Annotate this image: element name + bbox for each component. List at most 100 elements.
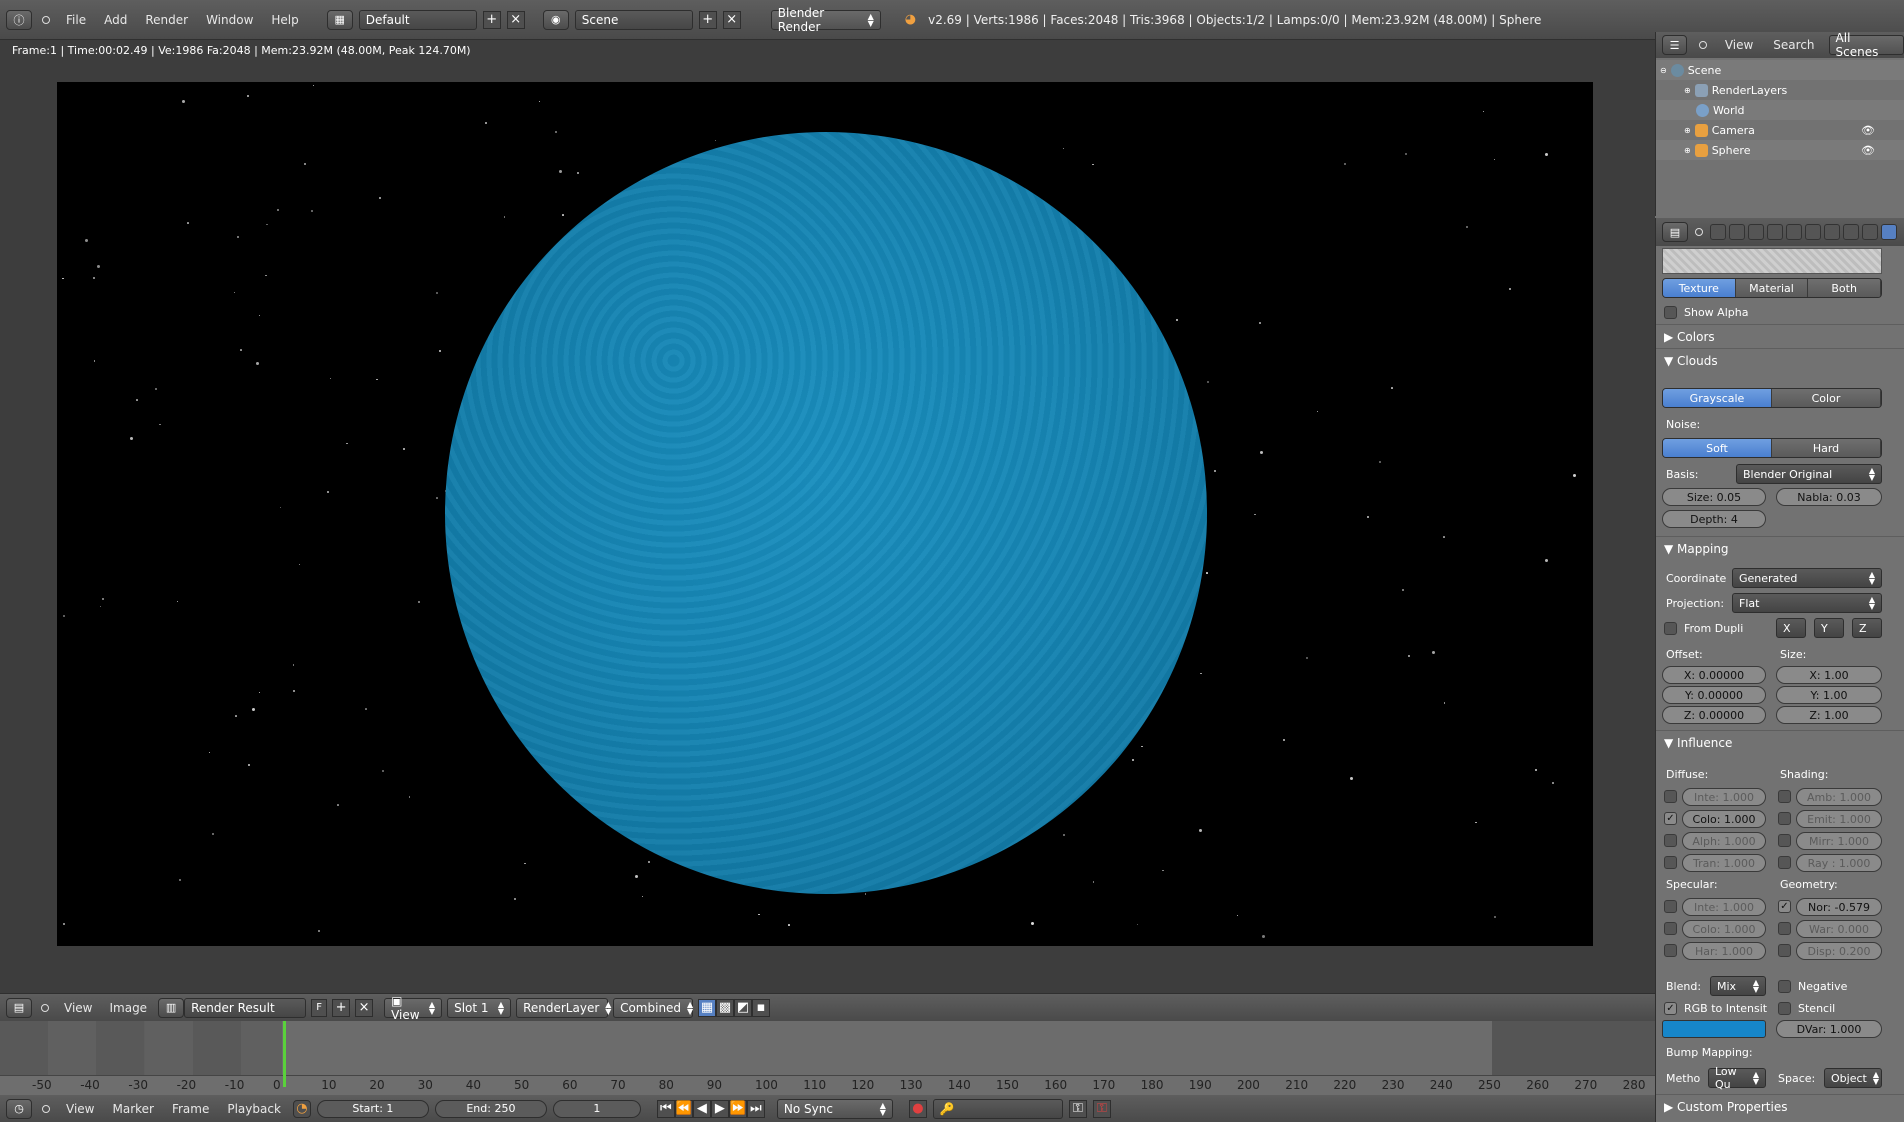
add-scene-icon[interactable]: + [698, 10, 717, 29]
rgb-to-intensity-checkbox[interactable]: ✓ [1664, 1002, 1677, 1015]
geometry-normal-checkbox[interactable]: ✓ [1778, 900, 1791, 913]
outliner-row-scene[interactable]: ⊖ Scene [1656, 60, 1904, 80]
coordinate-select[interactable]: Generated ▲ ▼ [1732, 568, 1882, 588]
menu-view[interactable]: View [1719, 38, 1759, 52]
shading-ray-checkbox[interactable] [1778, 856, 1791, 869]
geometry-warp-checkbox[interactable] [1778, 922, 1791, 935]
preview-material-tab[interactable]: Material [1735, 279, 1809, 297]
unlink-image-icon[interactable]: × [355, 998, 374, 1017]
specular-intensity-checkbox[interactable] [1664, 900, 1677, 913]
expand-icon[interactable]: ⊕ [1684, 126, 1691, 135]
remove-scene-icon[interactable]: × [722, 10, 741, 29]
map-y-select[interactable]: Y [1814, 618, 1844, 638]
add-screen-icon[interactable]: + [482, 10, 501, 29]
diffuse-intensity-field[interactable]: Inte: 1.000 [1682, 788, 1766, 806]
collapse-menu-icon[interactable] [1699, 41, 1707, 49]
colors-panel-header[interactable]: ▶ Colors [1664, 330, 1715, 344]
shading-emit-checkbox[interactable] [1778, 812, 1791, 825]
map-x-select[interactable]: X [1776, 618, 1806, 638]
start-frame-field[interactable]: Start: 1 [316, 1099, 429, 1118]
world-tab-icon[interactable] [1767, 224, 1783, 240]
expand-icon[interactable]: ⊕ [1684, 146, 1691, 155]
fake-user-button[interactable]: F [311, 998, 328, 1017]
visibility-eye-icon[interactable]: 👁 [1861, 124, 1875, 137]
material-tab-icon[interactable] [1862, 224, 1878, 240]
collapse-menu-icon[interactable] [41, 1003, 49, 1012]
render-result-image[interactable] [57, 82, 1593, 946]
jump-end-icon[interactable]: ⏭ [746, 1099, 765, 1118]
menu-frame[interactable]: Frame [166, 1102, 215, 1116]
draw-alpha-icon[interactable]: ▩ [716, 998, 735, 1017]
menu-file[interactable]: File [60, 13, 92, 27]
outliner-row-renderlayers[interactable]: ⊕ RenderLayers [1656, 80, 1904, 100]
preview-range-icon[interactable]: ◔ [292, 1099, 311, 1118]
diffuse-color-checkbox[interactable]: ✓ [1664, 812, 1677, 825]
play-icon[interactable]: ▶ [710, 1099, 729, 1118]
image-name-field[interactable]: Render Result [184, 997, 307, 1018]
data-tab-icon[interactable] [1843, 224, 1859, 240]
collapse-menu-icon[interactable] [42, 15, 50, 24]
timeline-scrubber[interactable] [0, 1075, 1655, 1095]
hard-option[interactable]: Hard [1772, 439, 1881, 457]
editor-type-outliner-icon[interactable]: ☰ [1662, 35, 1688, 55]
influence-color-swatch[interactable] [1662, 1020, 1766, 1038]
menu-render[interactable]: Render [139, 13, 194, 27]
offset-x-field[interactable]: X: 0.00000 [1662, 666, 1766, 684]
shading-ambient-field[interactable]: Amb: 1.000 [1796, 788, 1882, 806]
bump-method-select[interactable]: Low Qu ▲ ▼ [1708, 1065, 1766, 1091]
outliner-row-world[interactable]: World [1656, 100, 1904, 120]
editor-type-image-icon[interactable]: ▤ [6, 997, 32, 1018]
visibility-eye-icon[interactable]: 👁 [1861, 144, 1875, 157]
screen-layout-icon[interactable]: ▦ [326, 9, 353, 30]
insert-keyframe-icon[interactable]: ⚿ [1068, 1099, 1087, 1118]
bump-space-select[interactable]: Object ▲ ▼ [1824, 1068, 1882, 1088]
blend-select[interactable]: Mix ▲ ▼ [1710, 976, 1766, 996]
size-z-field[interactable]: Z: 1.00 [1776, 706, 1882, 724]
screen-layout-field[interactable]: Default [358, 9, 477, 30]
influence-panel-header[interactable]: ▼ Influence [1664, 736, 1732, 750]
editor-type-info-icon[interactable]: ⓘ [6, 9, 32, 30]
collapse-menu-icon[interactable] [1695, 228, 1703, 236]
sync-mode-select[interactable]: No Sync ▲ ▼ [776, 1098, 893, 1119]
diffuse-alpha-checkbox[interactable] [1664, 834, 1677, 847]
custom-properties-panel-header[interactable]: ▶ Custom Properties [1664, 1100, 1787, 1114]
delete-keyframe-icon[interactable]: ⚿ [1092, 1099, 1111, 1118]
clouds-panel-header[interactable]: ▼ Clouds [1664, 354, 1718, 368]
draw-color-icon[interactable]: ▪ [752, 998, 771, 1017]
render-layer-select[interactable]: RenderLayer ▲ ▼ [516, 997, 611, 1018]
display-mode-select[interactable]: All Scenes [1828, 31, 1904, 59]
new-image-icon[interactable]: + [332, 998, 351, 1017]
soft-option[interactable]: Soft [1663, 439, 1772, 457]
menu-playback[interactable]: Playback [221, 1102, 287, 1116]
geometry-warp-field[interactable]: War: 0.000 [1796, 920, 1882, 938]
nabla-field[interactable]: Nabla: 0.03 [1776, 488, 1882, 506]
texture-tab-icon[interactable] [1881, 224, 1897, 240]
specular-color-checkbox[interactable] [1664, 922, 1677, 935]
view-mode-select[interactable]: ▣ View ▲ ▼ [384, 994, 443, 1022]
keying-set-field[interactable]: 🔑 [932, 1098, 1063, 1119]
size-x-field[interactable]: X: 1.00 [1776, 666, 1882, 684]
jump-keyframe-forward-icon[interactable]: ⏩ [728, 1099, 747, 1118]
constraints-tab-icon[interactable] [1805, 224, 1821, 240]
shading-mirror-field[interactable]: Mirr: 1.000 [1796, 832, 1882, 850]
image-editor[interactable]: Frame:1 | Time:00:02.49 | Ve:1986 Fa:204… [0, 40, 1655, 993]
menu-add[interactable]: Add [98, 13, 133, 27]
dvar-field[interactable]: DVar: 1.000 [1776, 1020, 1882, 1038]
basis-select[interactable]: Blender Original ▲ ▼ [1736, 464, 1882, 484]
play-reverse-icon[interactable]: ◀ [692, 1099, 711, 1118]
size-y-field[interactable]: Y: 1.00 [1776, 686, 1882, 704]
scene-icon[interactable]: ◉ [542, 9, 569, 30]
negative-checkbox[interactable] [1778, 980, 1791, 993]
projection-select[interactable]: Flat ▲ ▼ [1732, 593, 1882, 613]
scene-field[interactable]: Scene [574, 9, 693, 30]
menu-search[interactable]: Search [1767, 38, 1820, 52]
map-z-select[interactable]: Z [1852, 618, 1882, 638]
collapse-menu-icon[interactable] [42, 1104, 50, 1113]
geometry-displace-field[interactable]: Disp: 0.200 [1796, 942, 1882, 960]
render-engine-select[interactable]: Blender Render ▲ ▼ [770, 6, 881, 34]
outliner[interactable]: ⊖ Scene ⊕ RenderLayers World ⊕ Camera 👁 … [1655, 58, 1904, 216]
menu-view[interactable]: View [58, 1001, 98, 1015]
outliner-row-camera[interactable]: ⊕ Camera 👁 [1656, 120, 1904, 140]
draw-zbuffer-icon[interactable]: ◩ [734, 998, 753, 1017]
preview-both-tab[interactable]: Both [1808, 279, 1881, 297]
